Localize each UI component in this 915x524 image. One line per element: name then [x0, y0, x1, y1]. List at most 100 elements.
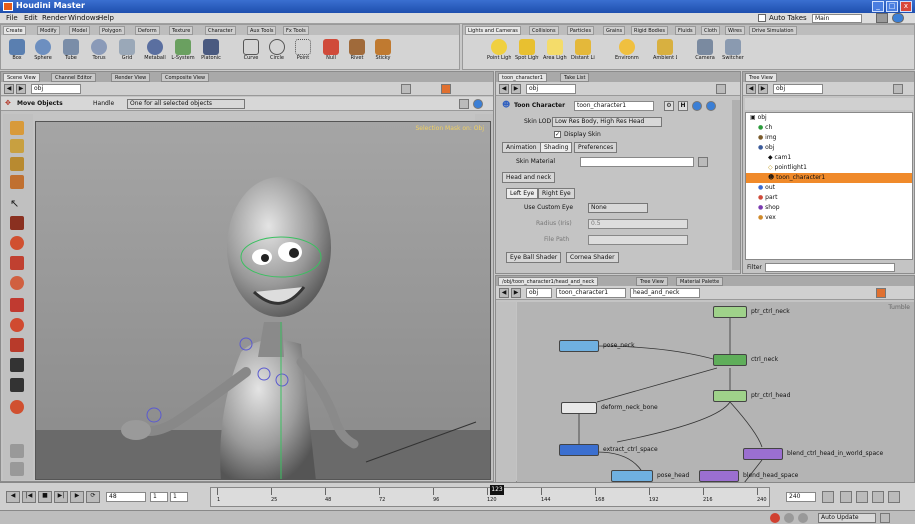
- 3d-viewport[interactable]: Selection Mask on: Obj: [35, 121, 491, 480]
- custom-eye-combo[interactable]: None: [588, 203, 648, 213]
- node-blend-head-space[interactable]: [699, 470, 739, 482]
- tree-item[interactable]: ● out: [758, 183, 775, 193]
- shelf-tab-modify[interactable]: Modify: [37, 26, 60, 35]
- minimize-button[interactable]: _: [872, 1, 884, 12]
- shelf-tab-fx-tools[interactable]: Fx Tools: [283, 26, 309, 35]
- node-ctrl-neck[interactable]: [713, 354, 747, 366]
- shelf-tool-point[interactable]: Point: [291, 37, 315, 69]
- eye-ball-shader-button[interactable]: Eye Ball Shader: [506, 252, 562, 263]
- tree-item[interactable]: ▣ obj: [750, 113, 767, 123]
- subtab-shading[interactable]: Shading: [540, 142, 573, 153]
- shelf-tab-particles[interactable]: Particles: [567, 26, 595, 35]
- bone-tool-icon[interactable]: [10, 256, 24, 270]
- shelf-tool-spot-light[interactable]: Spot Light: [515, 37, 539, 69]
- net-path-toon-character[interactable]: toon_character1: [556, 288, 626, 298]
- timeline-track[interactable]: 1 25 48 72 96 120 144 168 192 216 240 123: [210, 485, 770, 507]
- display-options-icon[interactable]: [441, 84, 451, 94]
- pin-icon[interactable]: [401, 84, 411, 94]
- shelf-tab-aux-tools[interactable]: Aux Tools: [247, 26, 277, 35]
- tab-toon-character1[interactable]: toon_character1: [498, 73, 547, 82]
- tree-item[interactable]: ● img: [758, 133, 776, 143]
- param-scrollbar[interactable]: [732, 100, 740, 270]
- shelf-tab-collisions[interactable]: Collisions: [529, 26, 559, 35]
- take-selector[interactable]: Main: [812, 14, 862, 23]
- play-icon[interactable]: ▶: [70, 491, 84, 503]
- render-tool-icon[interactable]: [10, 400, 24, 414]
- shelf-tab-create[interactable]: Create: [3, 26, 26, 35]
- muscle-tool-icon[interactable]: [10, 318, 24, 332]
- cornea-shader-button[interactable]: Cornea Shader: [566, 252, 619, 263]
- take-button[interactable]: [876, 13, 888, 23]
- shelf-tab-model[interactable]: Model: [69, 26, 91, 35]
- transform-tool-icon[interactable]: [10, 139, 24, 153]
- global-anim-icon[interactable]: [856, 491, 868, 503]
- tree-item[interactable]: ◆ cam1: [768, 153, 791, 163]
- shelf-tool-area-light[interactable]: Area Light: [543, 37, 567, 69]
- handle-combo[interactable]: One for all selected objects: [127, 99, 245, 109]
- tab-channel-editor[interactable]: Channel Editor: [51, 73, 96, 82]
- shelf-tool-circle[interactable]: Circle: [265, 37, 289, 69]
- shelf-tool-null[interactable]: Null: [319, 37, 343, 69]
- display-skin-checkbox[interactable]: ✓: [554, 131, 561, 138]
- tree-path-field[interactable]: obj: [773, 84, 823, 94]
- end-frame-field[interactable]: 240: [786, 492, 816, 502]
- shelf-tool-sticky[interactable]: Sticky: [371, 37, 395, 69]
- tab-left-eye[interactable]: Left Eye: [506, 188, 539, 199]
- close-button[interactable]: x: [900, 1, 912, 12]
- shelf-tool-box[interactable]: Box: [5, 37, 29, 69]
- snap-tool-icon[interactable]: [10, 444, 24, 458]
- play-reverse-icon[interactable]: ◀: [6, 491, 20, 503]
- view-tool-icon[interactable]: [10, 462, 24, 476]
- node-deform-neck-bone[interactable]: [561, 402, 597, 414]
- auto-takes-checkbox[interactable]: [758, 14, 766, 22]
- menu-edit[interactable]: Edit: [24, 14, 38, 22]
- tab-right-eye[interactable]: Right Eye: [538, 188, 575, 199]
- tab-network-path[interactable]: /obj/toon_character1/head_and_neck: [498, 277, 599, 286]
- shelf-tab-deform[interactable]: Deform: [135, 26, 160, 35]
- performance-icon[interactable]: [784, 513, 794, 523]
- shelf-tab-character[interactable]: Character: [205, 26, 236, 35]
- shelf-tab-rigid-bodies[interactable]: Rigid Bodies: [631, 26, 668, 35]
- shelf-tool-lsystem[interactable]: L-System: [171, 37, 195, 69]
- paint-tool-icon[interactable]: [10, 338, 24, 352]
- camera-tool-icon[interactable]: [10, 358, 24, 372]
- subtab-preferences[interactable]: Preferences: [574, 142, 618, 153]
- tree-item[interactable]: ● part: [758, 193, 777, 203]
- node-info-icon[interactable]: [692, 101, 702, 111]
- tree-item[interactable]: ● shop: [758, 203, 780, 213]
- shelf-tool-curve[interactable]: Curve: [239, 37, 263, 69]
- net-path-head-and-neck[interactable]: head_and_neck: [630, 288, 700, 298]
- scene-path-field[interactable]: obj: [31, 84, 81, 94]
- shelf-tab-wires[interactable]: Wires: [725, 26, 745, 35]
- filter-field[interactable]: [765, 263, 895, 272]
- menu-help[interactable]: Help: [98, 14, 114, 22]
- shelf-tool-metaball[interactable]: Metaball: [143, 37, 167, 69]
- select-tool-icon[interactable]: [10, 121, 24, 135]
- node-pose-head[interactable]: [611, 470, 653, 482]
- network-canvas[interactable]: Tumble ptr_ctrl_neck pose_neck ctrl_neck…: [517, 302, 914, 482]
- shelf-tool-point-light[interactable]: Point Light: [487, 37, 511, 69]
- skin-lod-combo[interactable]: Low Res Body, High Res Head: [552, 117, 662, 127]
- shelf-tab-grains[interactable]: Grains: [603, 26, 626, 35]
- head-and-neck-tab[interactable]: Head and neck: [502, 172, 556, 183]
- shelf-tool-environment-light[interactable]: Environm...: [615, 37, 639, 69]
- shelf-tool-platonic[interactable]: Platonic: [199, 37, 223, 69]
- tab-tree-view[interactable]: Tree View: [745, 73, 777, 82]
- shelf-tab-polygon[interactable]: Polygon: [99, 26, 125, 35]
- net-forward-icon[interactable]: ▶: [511, 288, 521, 298]
- tab-scene-view[interactable]: Scene View: [3, 73, 40, 82]
- subtab-animation[interactable]: Animation: [502, 142, 541, 153]
- tree-item[interactable]: ◇ pointlight1: [768, 163, 807, 173]
- menu-file[interactable]: File: [6, 14, 18, 22]
- shelf-tab-drive-simulation[interactable]: Drive Simulation: [749, 26, 797, 35]
- shelf-tool-ambient-light[interactable]: Ambient L...: [653, 37, 677, 69]
- capture-tool-icon[interactable]: [10, 276, 24, 290]
- shelf-tool-grid[interactable]: Grid: [115, 37, 139, 69]
- help-icon[interactable]: [892, 13, 904, 23]
- node-ptr-ctrl-head[interactable]: [713, 390, 747, 402]
- shelf-tool-camera[interactable]: Camera: [693, 37, 717, 69]
- frame-start-field[interactable]: 1: [150, 492, 168, 502]
- tree-item[interactable]: ● ch: [758, 123, 772, 133]
- fps-field[interactable]: 48: [106, 492, 146, 502]
- net-back-icon[interactable]: ◀: [499, 288, 509, 298]
